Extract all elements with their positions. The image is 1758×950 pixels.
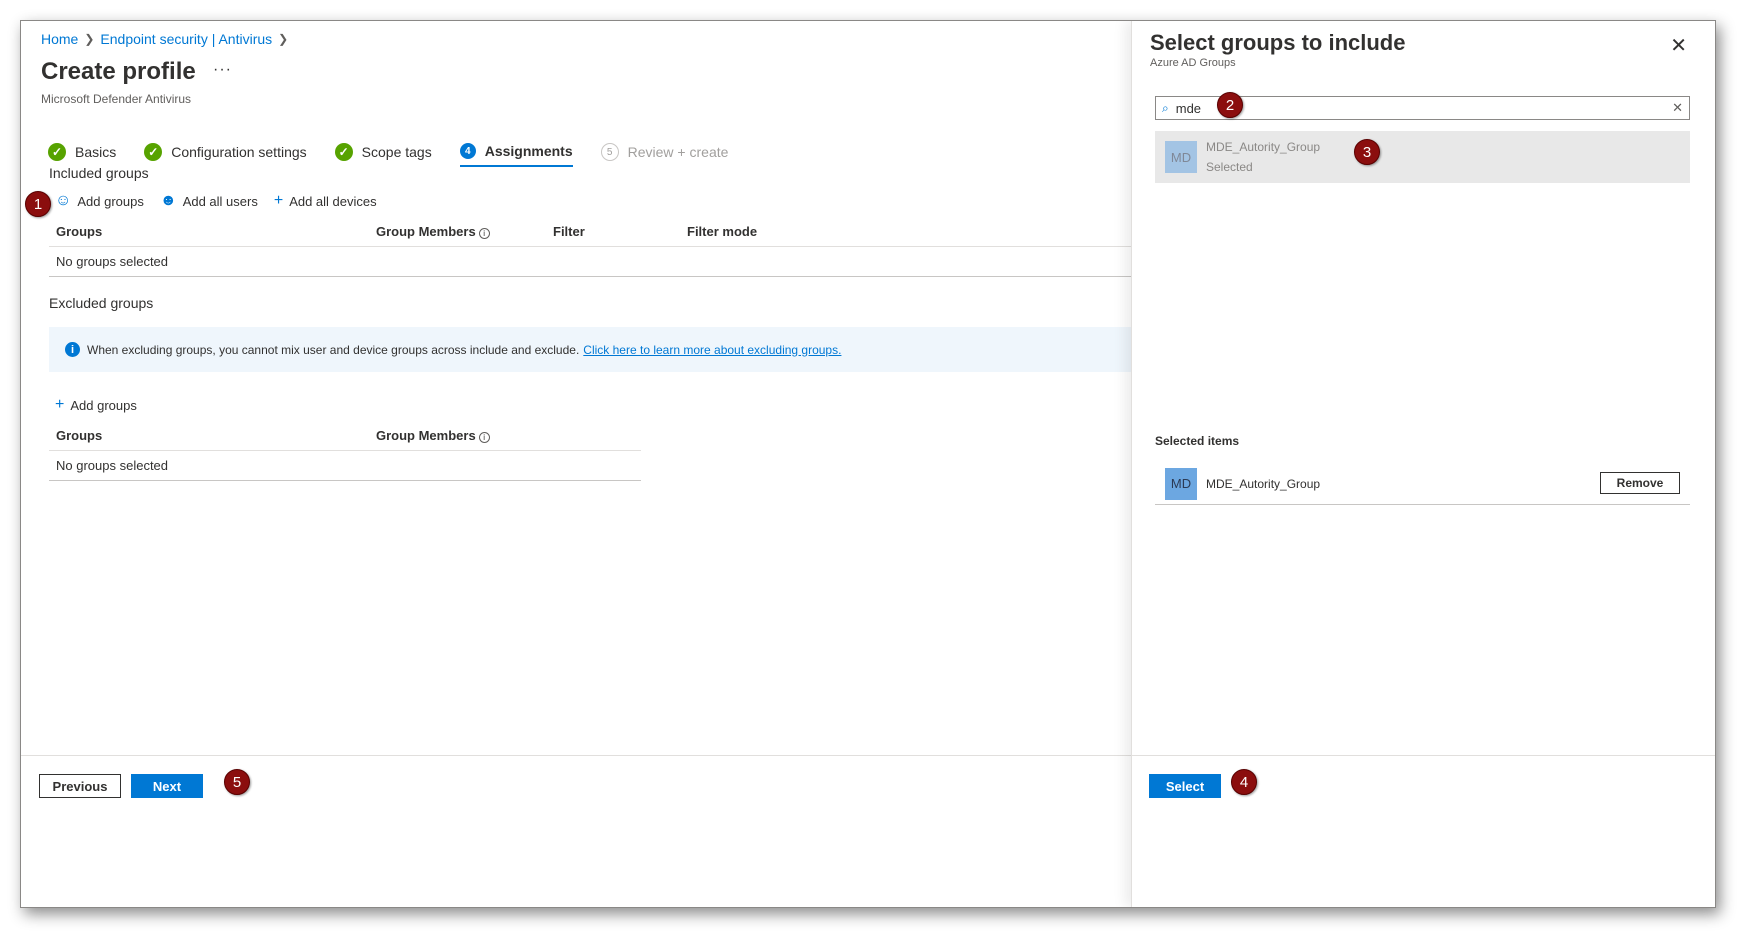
step-assignments[interactable]: 4 Assignments bbox=[459, 143, 573, 167]
step-number: 4 bbox=[459, 143, 476, 159]
selected-item-row: MD MDE_Autority_Group Remove bbox=[1155, 463, 1690, 505]
banner-text: When excluding groups, you cannot mix us… bbox=[87, 342, 580, 357]
next-button[interactable]: Next bbox=[131, 774, 203, 798]
step-label: Configuration settings bbox=[171, 144, 307, 160]
step-label: Review + create bbox=[627, 144, 729, 160]
add-groups-label: Add groups bbox=[70, 397, 137, 413]
plus-icon: + bbox=[273, 192, 284, 209]
step-label: Scope tags bbox=[361, 144, 432, 160]
add-all-devices-label: Add all devices bbox=[289, 193, 377, 209]
group-avatar: MD bbox=[1165, 467, 1197, 500]
step-label: Assignments bbox=[484, 143, 573, 159]
plus-icon: + bbox=[55, 396, 65, 413]
included-groups-table: Groups Group Members i Filter Filter mode… bbox=[49, 217, 1131, 277]
callout-marker-1: 1 bbox=[25, 191, 51, 217]
callout-marker-5: 5 bbox=[224, 769, 250, 795]
empty-state: No groups selected bbox=[56, 458, 169, 473]
info-icon[interactable]: i bbox=[478, 228, 490, 239]
app-window: Home ❯ Endpoint security | Antivirus ❯ C… bbox=[20, 20, 1716, 908]
checkmark-icon: ✓ bbox=[334, 143, 353, 161]
remove-button[interactable]: Remove bbox=[1600, 472, 1680, 494]
add-all-devices-button[interactable]: + Add all devices bbox=[274, 193, 377, 209]
column-group-members: Group Members i bbox=[369, 224, 546, 239]
select-button[interactable]: Select bbox=[1149, 774, 1221, 798]
previous-button[interactable]: Previous bbox=[39, 774, 121, 798]
info-icon[interactable]: i bbox=[478, 432, 490, 443]
callout-marker-2: 2 bbox=[1217, 92, 1243, 118]
wizard-steps: ✓ Basics ✓ Configuration settings ✓ Scop… bbox=[48, 143, 756, 167]
info-banner: i When excluding groups, you cannot mix … bbox=[49, 327, 1131, 372]
step-configuration-settings[interactable]: ✓ Configuration settings bbox=[144, 143, 307, 167]
column-filter: Filter bbox=[553, 224, 585, 239]
column-filter-mode: Filter mode bbox=[687, 224, 758, 239]
chevron-right-icon: ❯ bbox=[84, 32, 95, 46]
column-groups: Groups bbox=[56, 428, 103, 443]
table-header: Groups Group Members i bbox=[49, 421, 641, 451]
close-icon[interactable]: ✕ bbox=[1670, 33, 1687, 58]
search-result-item[interactable]: MD MDE_Autority_Group Selected bbox=[1155, 131, 1690, 183]
result-name: MDE_Autority_Group bbox=[1206, 140, 1321, 154]
breadcrumb-home[interactable]: Home bbox=[41, 31, 78, 47]
selected-item-name: MDE_Autority_Group bbox=[1206, 476, 1321, 491]
breadcrumb-antivirus[interactable]: Endpoint security | Antivirus bbox=[100, 31, 272, 47]
step-label: Basics bbox=[75, 144, 117, 160]
excluded-groups-table: Groups Group Members i No groups selected bbox=[49, 421, 641, 481]
included-actions: ☺ Add groups ☻ Add all users + Add all d… bbox=[55, 193, 377, 209]
search-value: mde bbox=[1175, 100, 1202, 116]
empty-state: No groups selected bbox=[56, 254, 169, 269]
add-groups-label: Add groups bbox=[77, 193, 144, 209]
selected-items-heading: Selected items bbox=[1155, 434, 1240, 448]
step-review-create[interactable]: 5 Review + create bbox=[600, 143, 729, 167]
more-options-button[interactable]: ··· bbox=[213, 61, 232, 79]
panel-subtitle: Azure AD Groups bbox=[1150, 57, 1236, 69]
step-basics[interactable]: ✓ Basics bbox=[48, 143, 116, 167]
search-icon: ⌕ bbox=[1162, 100, 1169, 115]
step-number: 5 bbox=[600, 143, 619, 161]
table-row: No groups selected bbox=[49, 247, 1131, 277]
page-title: Create profile bbox=[41, 58, 196, 85]
result-text: MDE_Autority_Group Selected bbox=[1206, 140, 1320, 174]
add-excluded-groups-button[interactable]: + Add groups bbox=[55, 397, 137, 413]
excluded-actions: + Add groups bbox=[55, 397, 137, 413]
callout-marker-3: 3 bbox=[1354, 139, 1380, 165]
table-row: No groups selected bbox=[49, 451, 641, 481]
checkmark-icon: ✓ bbox=[48, 143, 66, 161]
included-groups-heading: Included groups bbox=[49, 165, 149, 181]
callout-marker-4: 4 bbox=[1231, 769, 1257, 795]
clear-search-icon[interactable]: ✕ bbox=[1672, 100, 1683, 116]
chevron-right-icon: ❯ bbox=[278, 32, 289, 46]
page-subtitle: Microsoft Defender Antivirus bbox=[41, 92, 192, 106]
breadcrumb: Home ❯ Endpoint security | Antivirus ❯ bbox=[41, 31, 288, 47]
group-avatar: MD bbox=[1165, 141, 1197, 173]
footer-divider bbox=[21, 755, 1131, 756]
panel-title: Select groups to include bbox=[1150, 30, 1406, 55]
panel-footer-divider bbox=[1132, 755, 1715, 756]
info-icon: i bbox=[65, 342, 80, 357]
column-group-members: Group Members i bbox=[369, 428, 569, 443]
create-profile-pane: Home ❯ Endpoint security | Antivirus ❯ C… bbox=[21, 21, 1131, 907]
add-user-icon: ☺ bbox=[55, 192, 72, 209]
column-groups: Groups bbox=[56, 224, 103, 239]
table-header: Groups Group Members i Filter Filter mode bbox=[49, 217, 1131, 247]
learn-more-link[interactable]: Click here to learn more about excluding… bbox=[583, 343, 841, 357]
checkmark-icon: ✓ bbox=[144, 143, 163, 161]
add-all-users-button[interactable]: ☻ Add all users bbox=[160, 193, 258, 209]
select-groups-panel: Select groups to include Azure AD Groups… bbox=[1131, 21, 1715, 907]
excluded-groups-heading: Excluded groups bbox=[49, 295, 154, 311]
people-icon: ☻ bbox=[159, 192, 177, 209]
add-groups-button[interactable]: ☺ Add groups bbox=[55, 193, 144, 209]
add-all-users-label: Add all users bbox=[182, 193, 258, 209]
step-scope-tags[interactable]: ✓ Scope tags bbox=[334, 143, 432, 167]
result-status: Selected bbox=[1206, 160, 1253, 174]
